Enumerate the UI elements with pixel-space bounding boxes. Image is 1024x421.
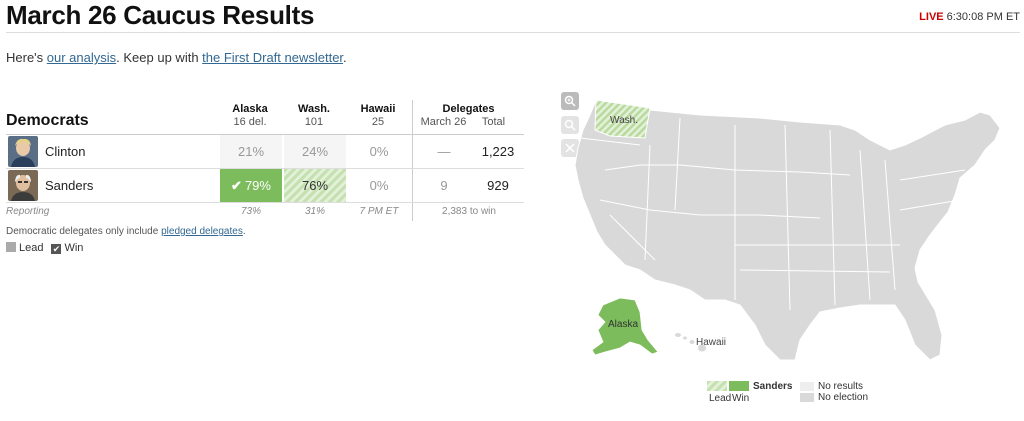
delegates-note: Democratic delegates only include pledge…: [6, 226, 246, 237]
map-label-alaska: Alaska: [608, 319, 638, 330]
col-wash-header: Wash. 101: [284, 103, 344, 129]
legend-no-results: No results: [818, 381, 864, 392]
delegates-header: Delegates March 26 Total: [412, 100, 524, 135]
reporting-row: Reporting 73% 31% 7 PM ET 2,383 to win: [6, 203, 524, 221]
delegates-divider: [412, 203, 413, 221]
newsletter-link[interactable]: the First Draft newsletter: [202, 50, 343, 65]
legend-win: ✔ Win: [51, 242, 83, 254]
win-check-icon: ✔: [231, 178, 242, 193]
clinton-wash: 24%: [284, 135, 346, 168]
sanders-total: 929: [487, 178, 509, 193]
clinton-total: 1,223: [481, 144, 515, 159]
map-label-wash: Wash.: [610, 115, 638, 126]
delegates-total-label: Total: [481, 116, 506, 128]
clinton-alaska: 21%: [220, 135, 282, 168]
to-win-label: 2,383 to win: [442, 206, 496, 217]
header-divider: [6, 32, 1020, 33]
reporting-wash: 31%: [304, 206, 325, 217]
delegates-title: Delegates: [442, 103, 495, 115]
col-alaska-header: Alaska 16 del.: [220, 103, 280, 129]
legend-lead: Lead: [6, 242, 43, 254]
col-wash-delegates: 101: [304, 116, 324, 128]
col-hawaii-header: Hawaii 25: [348, 103, 408, 129]
lead-swatch: [6, 242, 16, 252]
candidate-name: Clinton: [45, 144, 86, 159]
table-row: Sanders ✔ 79% 76% 0% 9 929: [6, 169, 524, 203]
col-wash-name: Wash.: [298, 103, 330, 115]
reporting-hawaii: 7 PM ET: [359, 206, 399, 217]
legend-lead-swatch: [707, 381, 727, 391]
note-suffix: .: [242, 226, 246, 237]
delegates-divider: [412, 169, 413, 202]
legend-win-swatch: [729, 381, 749, 391]
legend-win-label: Win: [64, 242, 84, 254]
party-label: Democrats: [6, 112, 89, 129]
page-title: March 26 Caucus Results: [6, 0, 315, 30]
sanders-alaska-value: 79%: [244, 178, 271, 193]
sanders-march26: 9: [440, 178, 448, 193]
legend-lead-label: Lead: [709, 393, 732, 404]
reporting-alaska: 73%: [240, 206, 261, 217]
legend-no-election: No election: [818, 392, 869, 403]
col-alaska-name: Alaska: [232, 103, 268, 115]
intro-prefix: Here's: [6, 50, 47, 65]
reporting-label: Reporting: [6, 206, 50, 217]
no-results-swatch: [800, 382, 814, 391]
live-status: LIVE 6:30:08 PM ET: [919, 11, 1020, 23]
sanders-hawaii: 0%: [369, 178, 389, 193]
live-time: 6:30:08 PM ET: [946, 11, 1020, 23]
note-prefix: Democratic delegates only include: [6, 226, 162, 237]
col-alaska-delegates: 16 del.: [233, 116, 267, 128]
clinton-photo: [8, 136, 38, 167]
legend-win-label: Win: [732, 393, 750, 404]
table-row: Clinton 21% 24% 0% — 1,223: [6, 135, 524, 169]
win-check-swatch: ✔: [51, 244, 62, 254]
intro-middle: . Keep up with: [116, 50, 203, 65]
clinton-march26: —: [437, 144, 451, 159]
candidate-name: Sanders: [45, 178, 94, 193]
live-badge: LIVE: [919, 11, 944, 23]
sanders-wash: 76%: [284, 169, 346, 202]
map-label-hawaii: Hawaii: [696, 337, 726, 348]
col-hawaii-name: Hawaii: [360, 103, 396, 115]
no-election-swatch: [800, 393, 814, 402]
pledged-delegates-link[interactable]: pledged delegates: [161, 226, 243, 237]
sanders-photo: [8, 170, 38, 201]
intro-text: Here's our analysis. Keep up with the Fi…: [6, 50, 347, 65]
us-map: Wash. Alaska Hawaii: [574, 99, 1001, 361]
delegates-divider: [412, 135, 413, 168]
legend-lead-label: Lead: [19, 242, 44, 254]
table-header: Democrats Alaska 16 del. Wash. 101 Hawai…: [6, 100, 524, 135]
clinton-hawaii: 0%: [369, 144, 389, 159]
delegates-march26-label: March 26: [420, 116, 467, 128]
sanders-alaska: ✔ 79%: [220, 169, 282, 202]
legend-candidate: Sanders: [753, 381, 793, 392]
col-hawaii-delegates: 25: [371, 116, 385, 128]
results-table: Democrats Alaska 16 del. Wash. 101 Hawai…: [6, 100, 524, 221]
table-legend: Lead ✔ Win: [6, 242, 83, 254]
intro-suffix: .: [343, 50, 347, 65]
analysis-link[interactable]: our analysis: [47, 50, 116, 65]
